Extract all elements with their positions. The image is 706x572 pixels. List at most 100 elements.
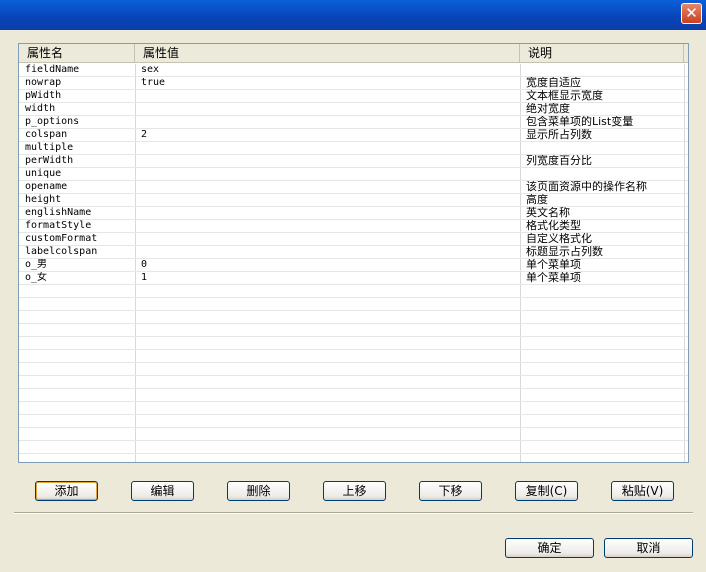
table-row[interactable]: opename 该页面资源中的操作名称	[19, 181, 688, 194]
grid-body: fieldName sex nowrap true 宽度自适应 pWidth 文本框显示宽度…	[19, 64, 688, 462]
description-cell[interactable]: 宽度自适应	[520, 77, 688, 90]
table-row[interactable]: perWidth 列宽度百分比	[19, 155, 688, 168]
empty-table-row	[19, 350, 688, 363]
close-icon[interactable]: ✕	[681, 3, 702, 24]
table-row[interactable]: p_options 包含菜单项的List变量	[19, 116, 688, 129]
property-value-cell[interactable]	[135, 181, 520, 194]
property-value-cell[interactable]: sex	[135, 64, 520, 77]
cancel-button[interactable]: 取消	[604, 538, 693, 558]
description-cell[interactable]: 英文名称	[520, 207, 688, 220]
table-row[interactable]: o_女 1 单个菜单项	[19, 272, 688, 285]
ok-button[interactable]: 确定	[505, 538, 594, 558]
column-header-property-name[interactable]: 属性名	[19, 44, 135, 63]
table-row[interactable]: fieldName sex	[19, 64, 688, 77]
title-bar: ✕	[0, 0, 706, 30]
property-value-cell[interactable]	[135, 168, 520, 181]
property-value-cell[interactable]: true	[135, 77, 520, 90]
property-value-cell[interactable]	[135, 233, 520, 246]
property-name-cell[interactable]: englishName	[19, 207, 135, 220]
property-name-cell[interactable]: pWidth	[19, 90, 135, 103]
table-row[interactable]: o_男 0 单个菜单项	[19, 259, 688, 272]
description-cell[interactable]: 单个菜单项	[520, 259, 688, 272]
empty-table-row	[19, 324, 688, 337]
property-name-cell[interactable]: colspan	[19, 129, 135, 142]
property-name-cell[interactable]: height	[19, 194, 135, 207]
description-cell[interactable]: 单个菜单项	[520, 272, 688, 285]
empty-table-row	[19, 363, 688, 376]
edit-button[interactable]: 编辑	[131, 481, 194, 501]
description-cell[interactable]	[520, 168, 688, 181]
add-button[interactable]: 添加	[35, 481, 98, 501]
column-header-property-value[interactable]: 属性值	[135, 44, 520, 63]
column-header-description[interactable]: 说明	[520, 44, 684, 63]
description-cell[interactable]	[520, 142, 688, 155]
table-row[interactable]: colspan 2 显示所占列数	[19, 129, 688, 142]
empty-table-row	[19, 285, 688, 298]
property-value-cell[interactable]	[135, 103, 520, 116]
paste-button[interactable]: 粘贴(V)	[611, 481, 674, 501]
table-row[interactable]: multiple	[19, 142, 688, 155]
delete-button[interactable]: 删除	[227, 481, 290, 501]
property-name-cell[interactable]: multiple	[19, 142, 135, 155]
property-name-cell[interactable]: perWidth	[19, 155, 135, 168]
empty-table-row	[19, 415, 688, 428]
property-name-cell[interactable]: labelcolspan	[19, 246, 135, 259]
properties-dialog: ✕ 属性名 属性值 说明 fieldName sex nowrap true 宽度自适应…	[0, 0, 706, 572]
table-row[interactable]: width 绝对宽度	[19, 103, 688, 116]
table-row[interactable]: pWidth 文本框显示宽度	[19, 90, 688, 103]
property-value-cell[interactable]	[135, 155, 520, 168]
property-name-cell[interactable]: p_options	[19, 116, 135, 129]
empty-table-row	[19, 389, 688, 402]
description-cell[interactable]: 绝对宽度	[520, 103, 688, 116]
property-name-cell[interactable]: width	[19, 103, 135, 116]
empty-table-row	[19, 402, 688, 415]
empty-table-row	[19, 454, 688, 462]
property-value-cell[interactable]: 0	[135, 259, 520, 272]
empty-table-row	[19, 311, 688, 324]
move-down-button[interactable]: 下移	[419, 481, 482, 501]
property-value-cell[interactable]	[135, 142, 520, 155]
property-value-cell[interactable]	[135, 207, 520, 220]
description-cell[interactable]: 标题显示占列数	[520, 246, 688, 259]
description-cell[interactable]: 包含菜单项的List变量	[520, 116, 688, 129]
property-value-cell[interactable]	[135, 246, 520, 259]
table-row[interactable]: nowrap true 宽度自适应	[19, 77, 688, 90]
separator	[14, 512, 693, 514]
property-grid: 属性名 属性值 说明 fieldName sex nowrap true 宽度自适应 pW…	[18, 43, 689, 463]
description-cell[interactable]: 格式化类型	[520, 220, 688, 233]
description-cell[interactable]: 列宽度百分比	[520, 155, 688, 168]
property-name-cell[interactable]: formatStyle	[19, 220, 135, 233]
table-row[interactable]: customFormat 自定义格式化	[19, 233, 688, 246]
property-name-cell[interactable]: o_男	[19, 259, 135, 272]
empty-table-row	[19, 376, 688, 389]
description-cell[interactable]	[520, 64, 688, 77]
table-row[interactable]: labelcolspan 标题显示占列数	[19, 246, 688, 259]
empty-table-row	[19, 441, 688, 454]
table-row[interactable]: englishName 英文名称	[19, 207, 688, 220]
property-name-cell[interactable]: o_女	[19, 272, 135, 285]
grid-header: 属性名 属性值 说明	[19, 44, 688, 63]
property-value-cell[interactable]	[135, 116, 520, 129]
description-cell[interactable]: 文本框显示宽度	[520, 90, 688, 103]
table-row[interactable]: unique	[19, 168, 688, 181]
property-name-cell[interactable]: nowrap	[19, 77, 135, 90]
description-cell[interactable]: 该页面资源中的操作名称	[520, 181, 688, 194]
property-value-cell[interactable]	[135, 90, 520, 103]
property-value-cell[interactable]: 2	[135, 129, 520, 142]
table-row[interactable]: formatStyle 格式化类型	[19, 220, 688, 233]
copy-button[interactable]: 复制(C)	[515, 481, 578, 501]
description-cell[interactable]: 显示所占列数	[520, 129, 688, 142]
empty-table-row	[19, 298, 688, 311]
property-value-cell[interactable]	[135, 220, 520, 233]
property-name-cell[interactable]: fieldName	[19, 64, 135, 77]
property-name-cell[interactable]: unique	[19, 168, 135, 181]
property-name-cell[interactable]: opename	[19, 181, 135, 194]
description-cell[interactable]: 高度	[520, 194, 688, 207]
property-value-cell[interactable]: 1	[135, 272, 520, 285]
move-up-button[interactable]: 上移	[323, 481, 386, 501]
description-cell[interactable]: 自定义格式化	[520, 233, 688, 246]
property-value-cell[interactable]	[135, 194, 520, 207]
table-row[interactable]: height 高度	[19, 194, 688, 207]
property-name-cell[interactable]: customFormat	[19, 233, 135, 246]
empty-table-row	[19, 337, 688, 350]
